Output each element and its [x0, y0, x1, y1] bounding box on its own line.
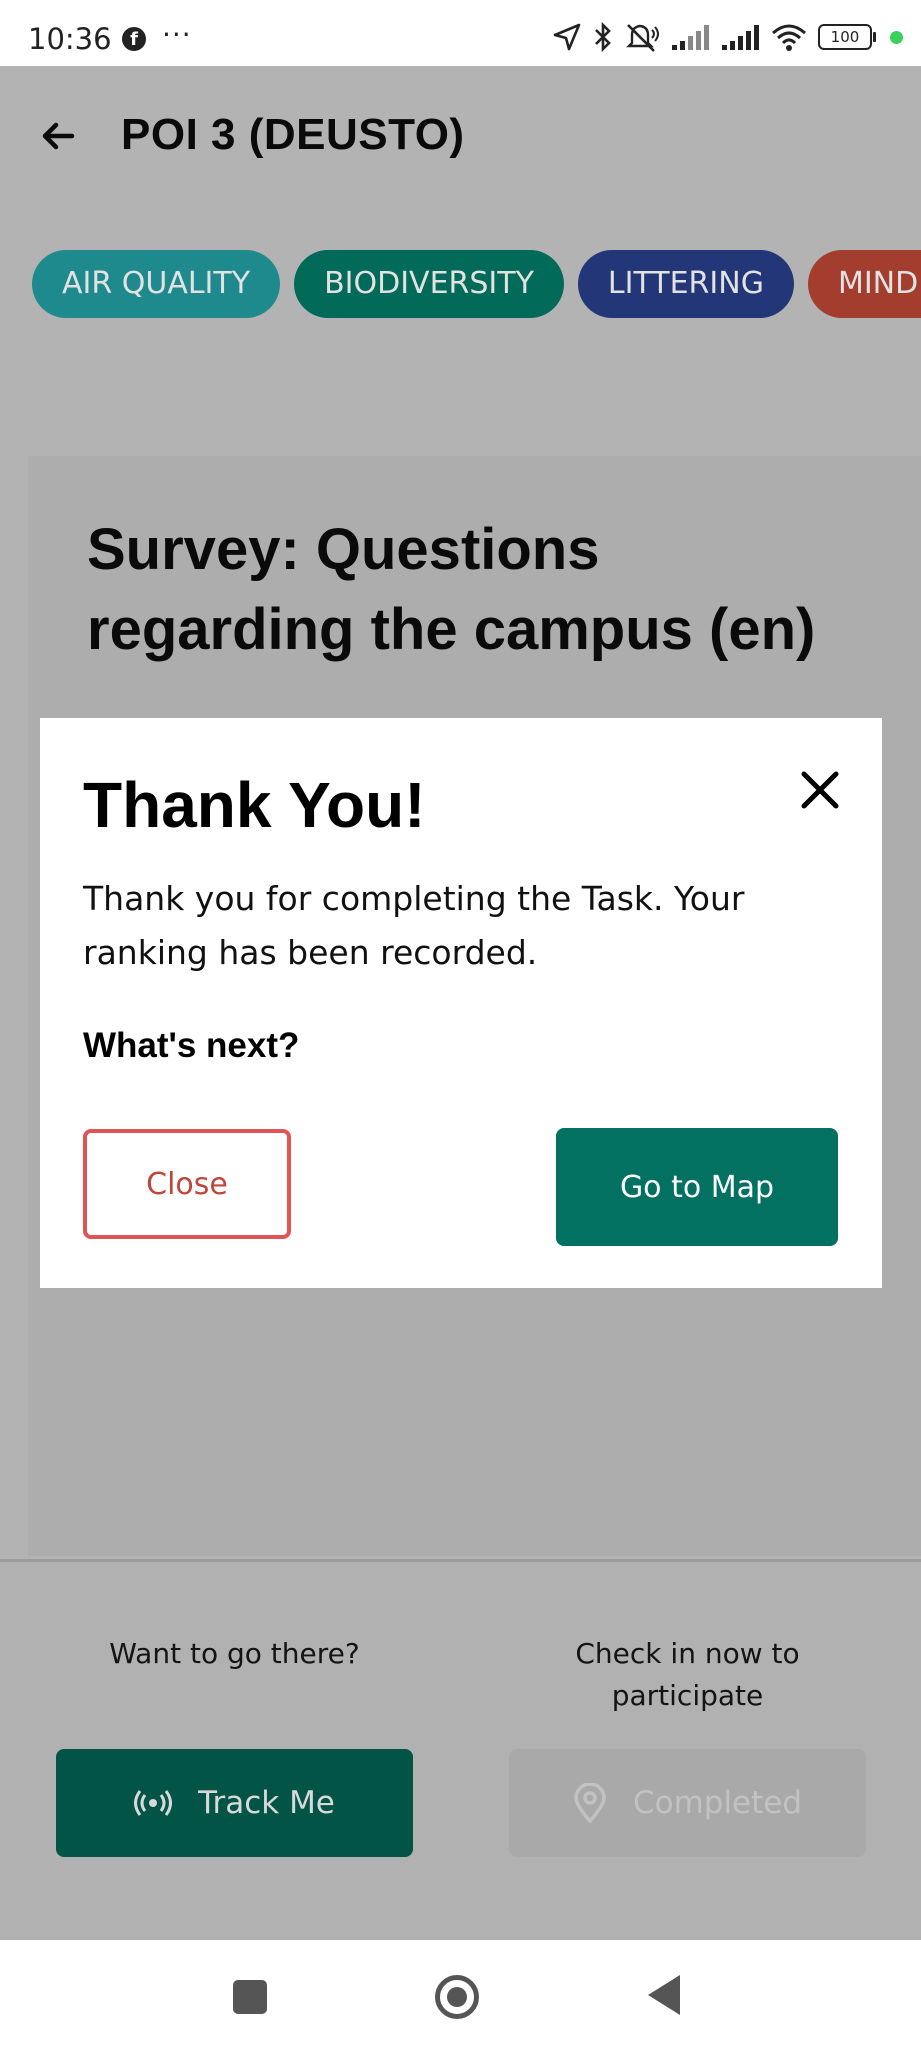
broadcast-icon: [134, 1790, 173, 1816]
track-me-button[interactable]: Track Me: [56, 1749, 413, 1857]
privacy-indicator-dot: [890, 30, 903, 44]
back-triangle-icon[interactable]: [648, 1975, 680, 2015]
chip-biodiversity[interactable]: BIODIVERSITY: [294, 250, 564, 318]
signal-icon: [722, 25, 759, 50]
home-icon[interactable]: [435, 1975, 479, 2019]
notification-overflow: ···: [162, 18, 192, 51]
wifi-icon: [772, 24, 806, 51]
chip-mindfulness[interactable]: MINDFULNESS: [807, 250, 921, 318]
arrow-left-icon[interactable]: [38, 116, 78, 156]
mute-icon: [626, 24, 659, 52]
completed-button[interactable]: Completed: [509, 1749, 866, 1857]
navigation-bar: [0, 1940, 921, 2048]
status-time: 10:36: [28, 22, 112, 56]
status-icons: 100: [552, 21, 903, 53]
close-icon[interactable]: [792, 762, 848, 818]
go-there-label: Want to go there?: [109, 1637, 360, 1670]
chip-littering[interactable]: LITTERING: [577, 250, 794, 318]
page-title: POI 3 (DEUSTO): [121, 110, 465, 159]
signal-icon: [672, 25, 709, 50]
thank-you-dialog: Thank You! Thank you for completing the …: [40, 718, 882, 1288]
close-button[interactable]: Close: [83, 1129, 291, 1239]
recent-apps-icon[interactable]: [233, 1980, 267, 2014]
map-pin-icon: [574, 1783, 606, 1823]
survey-title: Survey: Questions regarding the campus (…: [87, 517, 816, 662]
track-me-label: Track Me: [198, 1785, 335, 1821]
dialog-title: Thank You!: [83, 769, 426, 841]
battery-icon: 100: [818, 24, 876, 50]
location-arrow-icon: [553, 23, 581, 51]
chip-air-quality[interactable]: AIR QUALITY: [32, 250, 281, 318]
go-to-map-button[interactable]: Go to Map: [556, 1128, 838, 1246]
check-in-label: Check in now to participate: [575, 1637, 800, 1712]
dialog-message: Thank you for completing the Task. Your …: [83, 879, 745, 972]
facebook-icon: f: [122, 27, 146, 51]
whats-next-heading: What's next?: [83, 1026, 300, 1065]
completed-label: Completed: [632, 1785, 803, 1821]
bluetooth-icon: [595, 21, 611, 53]
category-chips: AIR QUALITYBIODIVERSITYLITTERINGMINDFULN…: [32, 250, 921, 318]
status-bar: 10:36 f ··· 100: [0, 0, 921, 66]
